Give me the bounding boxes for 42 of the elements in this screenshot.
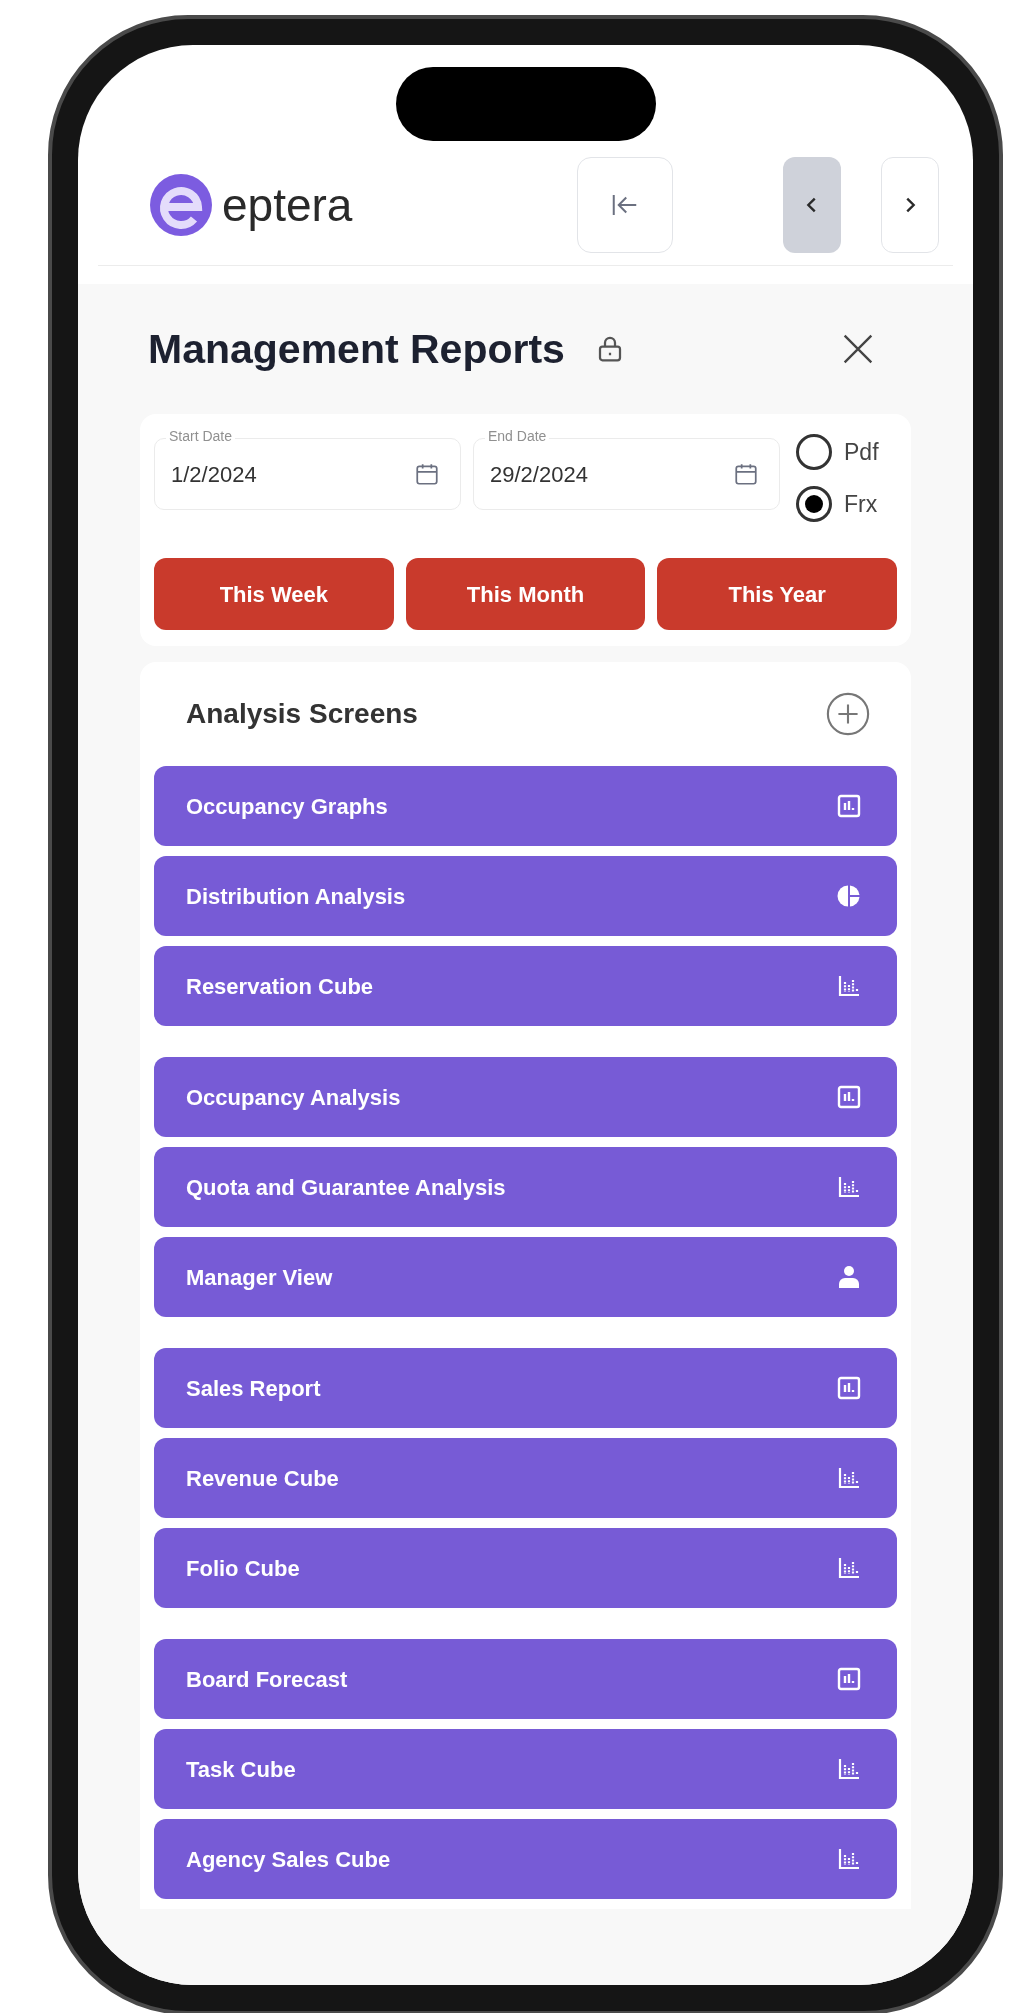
bar-chart-icon [837,1847,861,1871]
report-item[interactable]: Revenue Cube [154,1438,897,1518]
person-icon [837,1265,861,1289]
report-icon [837,794,861,818]
report-item[interactable]: Reservation Cube [154,946,897,1026]
bar-chart-icon [837,1757,861,1781]
date-value: 29/2/2024 [490,460,588,489]
report-item[interactable]: Sales Report [154,1348,897,1428]
radio-label: Frx [844,489,878,519]
calendar-icon [414,461,440,487]
report-item[interactable]: Task Cube [154,1729,897,1809]
section-heading: Analysis Screens [186,697,418,731]
date-range-button[interactable]: This Week [154,558,394,630]
report-icon [837,1376,861,1400]
report-item[interactable]: Occupancy Graphs [154,766,897,846]
calendar-icon [733,461,759,487]
report-item[interactable]: Board Forecast [154,1639,897,1719]
report-item[interactable]: Occupancy Analysis [154,1057,897,1137]
field-label: Start Date [166,429,236,443]
bar-chart-icon [837,1466,861,1490]
report-item[interactable]: Agency Sales Cube [154,1819,897,1899]
radio-button[interactable] [796,434,832,470]
radio-label: Pdf [844,437,879,467]
report-item[interactable]: Quota and Guarantee Analysis [154,1147,897,1227]
logo-icon [150,174,212,236]
plus-circle-icon [825,691,871,737]
bar-chart-icon [837,1556,861,1580]
bar-chart-icon [837,1175,861,1199]
bar-chart-icon [837,974,861,998]
pie-chart-icon [837,884,861,908]
date-value: 1/2/2024 [171,460,257,489]
report-icon [837,1667,861,1691]
report-item[interactable]: Manager View [154,1237,897,1317]
field-label: End Date [485,429,550,443]
report-icon [837,1085,861,1109]
page-title: Management Reports [148,328,565,370]
date-range-button[interactable]: This Year [657,558,897,630]
report-item[interactable]: Distribution Analysis [154,856,897,936]
date-range-button[interactable]: This Month [405,558,646,630]
add-button[interactable] [825,691,871,737]
report-item[interactable]: Folio Cube [154,1528,897,1608]
radio-button[interactable] [796,486,832,522]
